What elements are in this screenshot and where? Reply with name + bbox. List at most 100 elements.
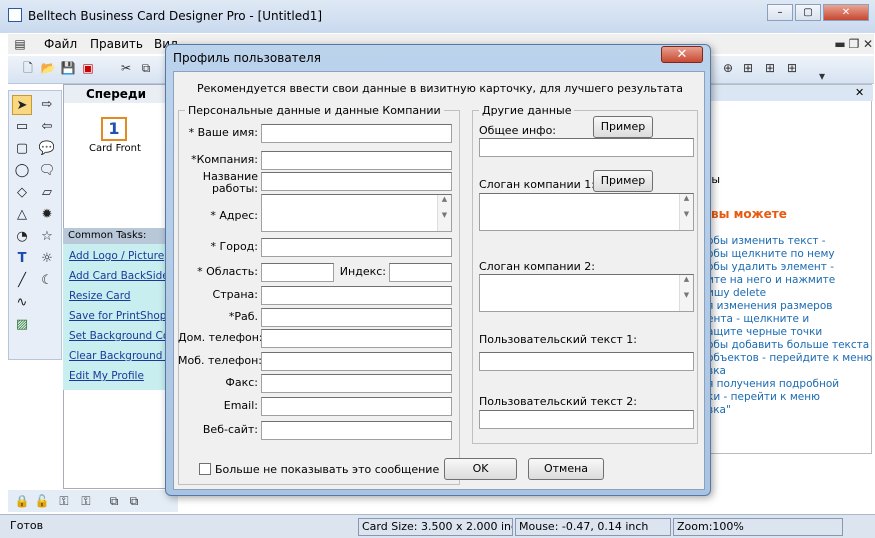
select-tool-icon[interactable]: ➤ [12, 95, 32, 115]
help-line: я изменения размеров [707, 300, 833, 312]
speech-tool-icon[interactable]: 🗨 [37, 161, 57, 181]
menu-file[interactable]: Файл [44, 37, 77, 51]
pdf-icon[interactable]: ▣ [80, 60, 96, 76]
status-mouse: Mouse: -0.47, 0.14 inch [515, 518, 671, 536]
region-label: * Область: [197, 265, 258, 278]
send-back-icon[interactable]: ⧉ [126, 493, 142, 509]
user-text2-input[interactable] [479, 410, 694, 429]
company-input[interactable] [261, 151, 452, 170]
slogan1-example-button[interactable]: Пример [593, 170, 653, 192]
ok-button[interactable]: OK [444, 458, 517, 480]
rectangle-tool-icon[interactable]: ▭ [12, 117, 32, 137]
align-right-icon[interactable]: ⊞ [784, 60, 800, 76]
slogan2-textarea[interactable]: ▲ ▼ [479, 274, 694, 312]
dialog-close-button[interactable]: ✕ [661, 46, 703, 63]
dialog-title: Профиль пользователя [173, 51, 321, 65]
home-phone-input[interactable] [261, 329, 452, 348]
dont-show-checkbox[interactable] [199, 463, 211, 475]
slogan2-label: Слоган компании 2: [479, 260, 595, 273]
general-info-input[interactable] [479, 138, 694, 157]
align-icon[interactable]: ⊕ [720, 60, 736, 76]
copy-icon[interactable]: ⧉ [138, 60, 154, 76]
toolbar-overflow-icon[interactable]: ▾ [814, 68, 830, 84]
maximize-button[interactable]: ▢ [795, 4, 821, 21]
slogan1-textarea[interactable]: ▲ ▼ [479, 193, 694, 231]
close-button[interactable]: ✕ [823, 4, 869, 21]
website-input[interactable] [261, 421, 452, 440]
task-add-backside[interactable]: Add Card BackSide [69, 270, 169, 282]
personal-data-group-title: Персональные данные и данные Компании [185, 104, 444, 117]
burst-tool-icon[interactable]: ✹ [37, 205, 57, 225]
slogan1-scrollbar[interactable]: ▲ ▼ [679, 194, 693, 230]
arrow-left-tool-icon[interactable]: ⇦ [37, 117, 57, 137]
zip-label: Индекс: [339, 265, 386, 278]
job-title-input[interactable] [261, 172, 452, 191]
new-icon[interactable]: 🗋 [20, 60, 36, 76]
task-clear-background[interactable]: Clear Background Pic [69, 350, 181, 362]
task-save-printshop[interactable]: Save for PrintShop [69, 310, 166, 322]
dont-show-label: Больше не показывать это сообщение [215, 463, 440, 476]
address-scrollbar[interactable]: ▲ ▼ [437, 195, 451, 231]
task-resize-card[interactable]: Resize Card [69, 290, 131, 302]
work-phone-input[interactable] [261, 308, 452, 327]
save-icon[interactable]: 💾 [60, 60, 76, 76]
help-line: объектов - перейдите к меню [707, 352, 873, 364]
help-panel: а ✕ ты вы можете обы изменить текст - об… [700, 84, 873, 454]
app-icon [8, 8, 22, 22]
help-line: ента - щелкните и [707, 313, 810, 325]
align-center-icon[interactable]: ⊞ [740, 60, 756, 76]
group-lock-icon[interactable]: ⚿ [56, 493, 72, 509]
arrow-right-tool-icon[interactable]: ⇨ [37, 95, 57, 115]
zip-input[interactable] [389, 263, 452, 282]
cancel-button[interactable]: Отмена [528, 458, 604, 480]
name-input[interactable] [261, 124, 452, 143]
align-middle-icon[interactable]: ⊞ [762, 60, 778, 76]
help-line: ащите черные точки [707, 326, 823, 338]
unlock-icon[interactable]: 🔓 [34, 493, 50, 509]
region-input[interactable] [261, 263, 334, 282]
picture-tool-icon[interactable]: ▨ [12, 315, 32, 335]
address-textarea[interactable]: ▲ ▼ [261, 194, 452, 232]
parallelogram-tool-icon[interactable]: ▱ [37, 183, 57, 203]
help-panel-close-icon[interactable]: ✕ [855, 86, 864, 99]
group-unlock-icon[interactable]: ⚿ [78, 493, 94, 509]
help-line: обы удалить элемент - [707, 261, 835, 273]
name-label: * Ваше имя: [188, 126, 258, 139]
rounded-rect-tool-icon[interactable]: ▢ [12, 139, 32, 159]
lock-icon[interactable]: 🔒 [14, 493, 30, 509]
moon-tool-icon[interactable]: ☾ [37, 271, 57, 291]
fax-input[interactable] [261, 374, 452, 393]
city-input[interactable] [261, 238, 452, 257]
cut-icon[interactable]: ✂ [118, 60, 134, 76]
line-tool-icon[interactable]: ╱ [12, 271, 32, 291]
arc-tool-icon[interactable]: ◔ [12, 227, 32, 247]
sun-tool-icon[interactable]: ☼ [37, 249, 57, 269]
doc-icon: ▤ [14, 37, 26, 51]
triangle-tool-icon[interactable]: △ [12, 205, 32, 225]
menu-edit[interactable]: Править [90, 37, 143, 51]
bring-front-icon[interactable]: ⧉ [106, 493, 122, 509]
open-icon[interactable]: 📂 [40, 60, 56, 76]
mdi-close-icon[interactable]: ✕ [860, 36, 875, 52]
user-text1-label: Пользовательский текст 1: [479, 333, 637, 346]
ellipse-tool-icon[interactable]: ◯ [12, 161, 32, 181]
work-phone-label: *Раб. [228, 310, 258, 323]
star-tool-icon[interactable]: ☆ [37, 227, 57, 247]
callout-tool-icon[interactable]: 💬 [37, 139, 57, 159]
curve-tool-icon[interactable]: ∿ [12, 293, 32, 313]
task-add-logo[interactable]: Add Logo / Picture [69, 250, 164, 262]
minimize-button[interactable]: – [767, 4, 793, 21]
card-front-thumbnail[interactable]: 1 [101, 117, 127, 141]
text-tool-icon[interactable]: T [12, 249, 32, 269]
general-info-example-button[interactable]: Пример [593, 116, 653, 138]
diamond-tool-icon[interactable]: ◇ [12, 183, 32, 203]
email-label: Email: [223, 399, 258, 412]
country-label: Страна: [212, 288, 258, 301]
mobile-phone-input[interactable] [261, 352, 452, 371]
email-input[interactable] [261, 397, 452, 416]
user-text1-input[interactable] [479, 352, 694, 371]
slogan2-scrollbar[interactable]: ▲ ▼ [679, 275, 693, 311]
pages-panel-header: Спереди [64, 85, 168, 103]
task-edit-profile[interactable]: Edit My Profile [69, 370, 144, 382]
country-input[interactable] [261, 286, 452, 305]
